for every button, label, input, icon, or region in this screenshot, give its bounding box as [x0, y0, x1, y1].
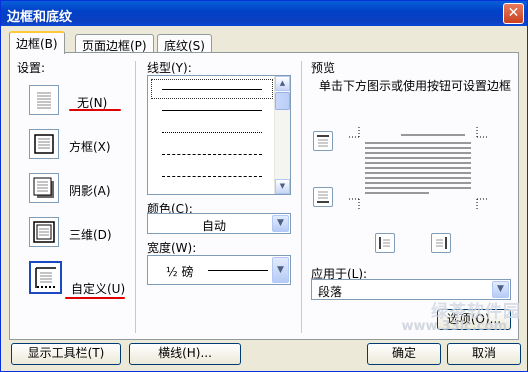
tab-borders[interactable]: 边框(B) — [9, 31, 65, 54]
line-style-dotted[interactable] — [162, 132, 262, 133]
color-select[interactable]: 自动 ▼ — [147, 213, 291, 234]
bottom-border-icon — [317, 191, 329, 203]
dialog-title: 边框和底纹 — [7, 10, 73, 25]
preview-canvas[interactable] — [345, 119, 491, 217]
chevron-down-icon[interactable]: ▼ — [272, 257, 289, 283]
settings-divider — [135, 61, 136, 333]
chevron-down-icon[interactable]: ▼ — [492, 281, 509, 298]
line-style-solid[interactable] — [162, 110, 262, 111]
title-bar[interactable]: 边框和底纹 ✕ — [1, 1, 527, 26]
top-border-icon — [317, 135, 329, 147]
line-style-solid-selected[interactable] — [162, 89, 262, 90]
line-style-dashed[interactable] — [162, 176, 262, 177]
width-value: ½ 磅 — [166, 265, 194, 279]
ok-button[interactable]: 确定 — [367, 343, 441, 365]
line-style-dashed-small[interactable] — [162, 154, 262, 155]
width-select[interactable]: ½ 磅 ▼ — [147, 255, 291, 285]
3d-border-icon — [33, 221, 55, 243]
setting-box-label[interactable]: 方框(X) — [69, 138, 111, 155]
right-border-icon — [436, 237, 447, 249]
underline-none — [69, 109, 121, 111]
setting-box-button[interactable] — [29, 129, 59, 159]
line-style-scrollbar[interactable]: ▲ ▼ — [274, 76, 290, 194]
show-toolbar-button[interactable]: 显示工具栏(T) — [11, 343, 121, 365]
preview-heading: 预览 — [311, 61, 336, 75]
setting-none-button[interactable] — [29, 85, 59, 115]
setting-3d-button[interactable] — [29, 217, 59, 247]
bottom-border-button[interactable] — [313, 187, 333, 207]
top-border-button[interactable] — [313, 131, 333, 151]
dialog-window: 边框和底纹 ✕ 边框(B) 页面边框(P) 底纹(S) 设置: 无(N) 方框(… — [0, 0, 528, 372]
width-heading: 宽度(W): — [147, 241, 197, 255]
width-sample-line — [208, 270, 268, 271]
left-border-icon — [379, 237, 390, 249]
line-style-heading: 线型(Y): — [147, 61, 192, 75]
close-icon[interactable]: ✕ — [503, 3, 524, 24]
apply-to-value: 段落 — [318, 285, 343, 299]
setting-custom-label[interactable]: 自定义(U) — [71, 280, 125, 297]
scroll-up-icon[interactable]: ▲ — [275, 76, 290, 91]
setting-shadow-label[interactable]: 阴影(A) — [69, 182, 111, 199]
custom-border-icon — [35, 267, 56, 288]
color-value: 自动 — [202, 219, 227, 233]
line-style-list[interactable]: ▲ ▼ — [147, 75, 291, 195]
preview-hint: 单击下方图示或使用按钮可设置边框 — [319, 79, 512, 93]
setting-3d-label[interactable]: 三维(D) — [69, 226, 112, 243]
tab-shading[interactable]: 底纹(S) — [157, 34, 212, 53]
tab-page-border[interactable]: 页面边框(P) — [75, 34, 154, 53]
underline-custom — [65, 297, 125, 299]
settings-heading: 设置: — [17, 61, 46, 75]
shadow-border-icon — [33, 177, 54, 198]
chevron-down-icon[interactable]: ▼ — [272, 215, 289, 232]
watermark-url: www.33lc.com — [401, 319, 507, 334]
horizontal-line-button[interactable]: 横线(H)... — [129, 343, 241, 365]
left-border-button[interactable] — [375, 233, 395, 253]
scroll-down-icon[interactable]: ▼ — [275, 179, 290, 194]
preview-divider — [301, 61, 302, 333]
right-border-button[interactable] — [431, 233, 451, 253]
setting-shadow-button[interactable] — [29, 173, 59, 203]
cancel-button[interactable]: 取消 — [447, 343, 521, 365]
scroll-thumb[interactable] — [275, 92, 290, 110]
none-border-icon — [37, 92, 51, 109]
setting-custom-button[interactable] — [29, 261, 62, 294]
box-border-icon — [34, 134, 54, 154]
